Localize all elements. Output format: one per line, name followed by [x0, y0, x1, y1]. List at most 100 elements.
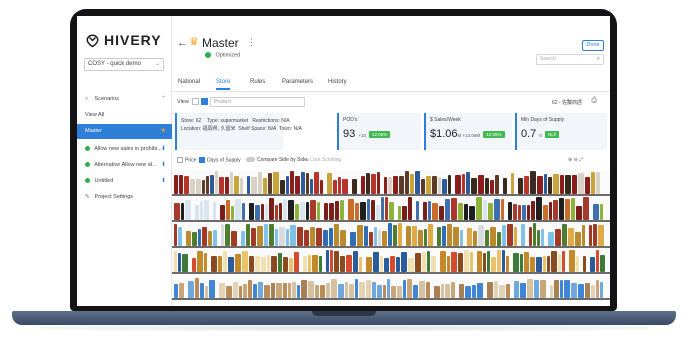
product-facing[interactable]	[565, 174, 571, 194]
product-facing[interactable]	[174, 224, 177, 246]
product-facing[interactable]	[314, 172, 319, 194]
product-facing[interactable]	[331, 278, 337, 298]
product-facing[interactable]	[396, 257, 400, 272]
product-facing[interactable]	[350, 231, 356, 246]
product-facing[interactable]	[372, 281, 376, 298]
product-facing[interactable]	[235, 253, 241, 272]
product-facing[interactable]	[428, 200, 431, 220]
product-facing[interactable]	[220, 205, 225, 220]
product-facing[interactable]	[471, 178, 477, 194]
product-facing[interactable]	[230, 172, 233, 194]
days-supply-checkbox[interactable]: Days of Supply	[199, 157, 241, 163]
product-facing[interactable]	[437, 227, 441, 246]
product-facing[interactable]	[406, 225, 411, 246]
product-facing[interactable]	[240, 178, 243, 194]
product-facing[interactable]	[520, 282, 526, 298]
product-facing[interactable]	[367, 198, 370, 220]
product-facing[interactable]	[247, 176, 250, 194]
product-facing[interactable]	[320, 284, 325, 298]
product-facing[interactable]	[511, 173, 514, 194]
product-facing[interactable]	[398, 223, 402, 246]
product-facing[interactable]	[178, 227, 182, 246]
product-facing[interactable]	[571, 283, 577, 298]
product-facing[interactable]	[522, 205, 526, 220]
product-facing[interactable]	[600, 255, 605, 272]
product-facing[interactable]	[497, 231, 501, 246]
product-facing[interactable]	[598, 225, 604, 246]
product-facing[interactable]	[357, 225, 363, 246]
product-facing[interactable]	[401, 252, 407, 272]
product-facing[interactable]	[428, 223, 433, 246]
product-facing[interactable]	[469, 205, 475, 220]
product-facing[interactable]	[562, 224, 567, 246]
product-facing[interactable]	[518, 177, 523, 194]
product-facing[interactable]	[403, 280, 406, 298]
product-facing[interactable]	[494, 281, 498, 298]
product-facing[interactable]	[359, 282, 365, 298]
product-facing[interactable]	[393, 176, 398, 194]
product-facing[interactable]	[531, 201, 535, 220]
back-arrow-icon[interactable]: ←	[177, 37, 188, 49]
product-facing[interactable]	[487, 282, 493, 298]
product-facing[interactable]	[174, 202, 180, 220]
product-facing[interactable]	[295, 176, 300, 194]
product-facing[interactable]	[374, 227, 377, 246]
product-facing[interactable]	[576, 256, 579, 272]
product-facing[interactable]	[340, 230, 346, 246]
product-facing[interactable]	[536, 256, 542, 272]
product-facing[interactable]	[215, 171, 218, 194]
product-facing[interactable]	[483, 252, 486, 272]
product-facing[interactable]	[534, 279, 539, 298]
product-facing[interactable]	[514, 227, 517, 246]
product-facing[interactable]	[242, 203, 245, 220]
product-facing[interactable]	[329, 203, 334, 220]
product-facing[interactable]	[197, 250, 203, 272]
product-facing[interactable]	[513, 203, 517, 220]
product-facing[interactable]	[483, 199, 487, 220]
product-facing[interactable]	[460, 229, 463, 246]
product-facing[interactable]	[571, 198, 575, 220]
product-facing[interactable]	[205, 285, 208, 298]
product-facing[interactable]	[398, 205, 401, 220]
product-facing[interactable]	[196, 178, 201, 194]
sidebar-item-master[interactable]: Master ★	[77, 124, 172, 139]
search-input[interactable]: Search ⌕	[536, 54, 604, 65]
product-facing[interactable]	[442, 226, 446, 246]
product-facing[interactable]	[292, 281, 296, 298]
product-facing[interactable]	[418, 230, 423, 246]
product-facing[interactable]	[280, 179, 285, 194]
product-facing[interactable]	[472, 285, 476, 298]
product-facing[interactable]	[541, 228, 544, 246]
product-facing[interactable]	[518, 204, 521, 220]
product-facing[interactable]	[338, 283, 344, 298]
product-facing[interactable]	[310, 178, 313, 194]
product-facing[interactable]	[257, 225, 263, 246]
product-facing[interactable]	[543, 204, 548, 220]
product-facing[interactable]	[338, 176, 341, 194]
product-facing[interactable]	[502, 224, 506, 246]
product-facing[interactable]	[564, 279, 570, 298]
product-facing[interactable]	[465, 285, 471, 298]
product-facing[interactable]	[330, 249, 333, 272]
product-facing[interactable]	[179, 175, 183, 194]
product-facing[interactable]	[488, 203, 493, 220]
lock-scrolling[interactable]: 🔒︎ Lock Scrolling	[306, 157, 341, 163]
product-facing[interactable]	[226, 199, 230, 220]
product-facing[interactable]	[371, 174, 376, 194]
product-facing[interactable]	[303, 256, 307, 272]
product-facing[interactable]	[447, 223, 452, 246]
product-facing[interactable]	[271, 256, 277, 272]
product-facing[interactable]	[432, 203, 438, 220]
product-facing[interactable]	[334, 223, 339, 246]
product-facing[interactable]	[585, 176, 590, 194]
product-facing[interactable]	[261, 257, 266, 272]
product-facing[interactable]	[290, 225, 296, 246]
product-facing[interactable]	[359, 257, 362, 272]
product-facing[interactable]	[319, 256, 322, 272]
product-facing[interactable]	[297, 284, 300, 298]
product-facing[interactable]	[181, 202, 184, 220]
product-facing[interactable]	[209, 279, 215, 298]
product-facing[interactable]	[225, 224, 230, 246]
product-facing[interactable]	[440, 251, 446, 272]
product-facing[interactable]	[301, 172, 305, 194]
